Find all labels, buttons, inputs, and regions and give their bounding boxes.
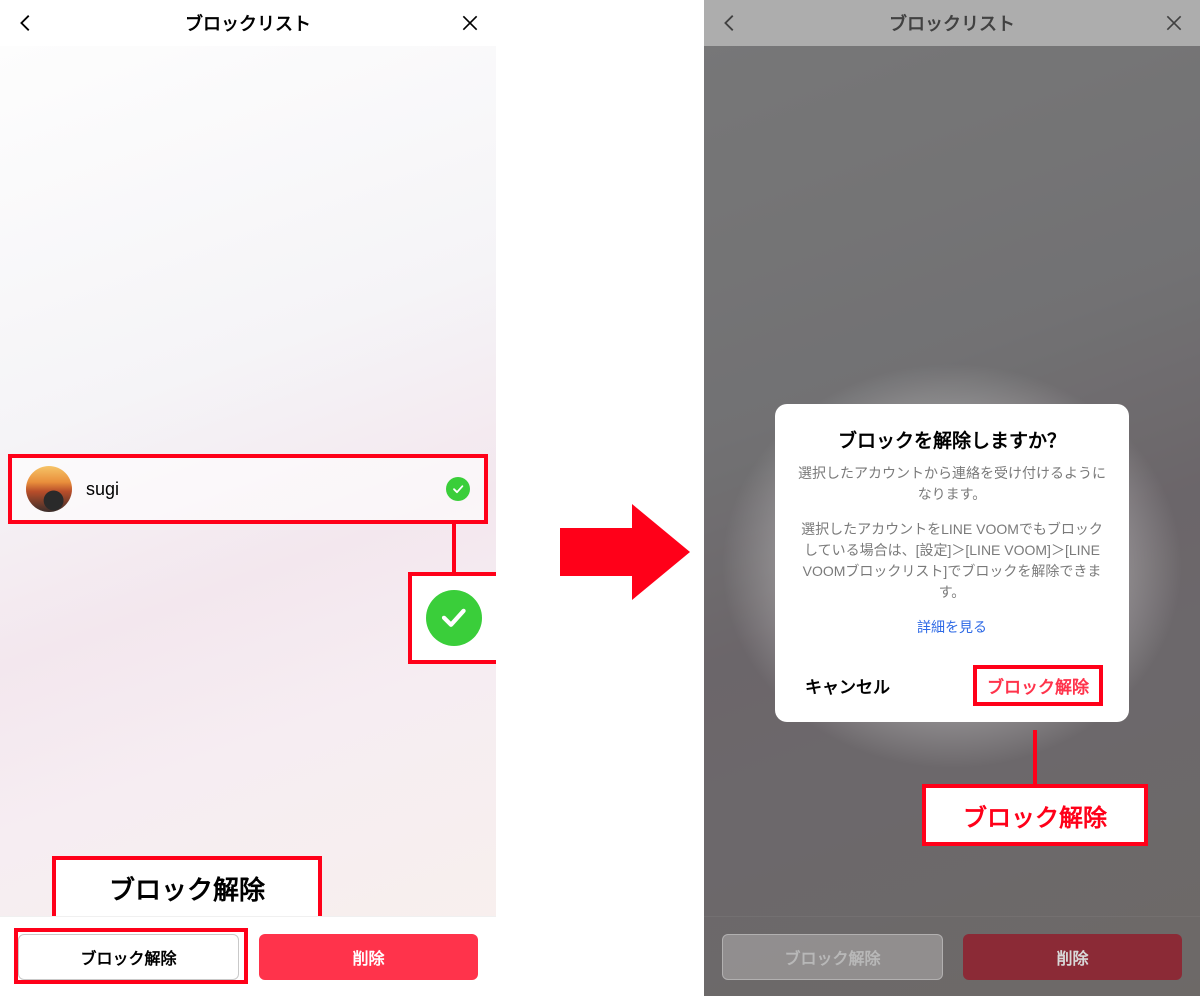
dialog-message-1: 選択したアカウントから連絡を受け付けるようになります。 [795, 463, 1109, 505]
header: ブロックリスト [0, 0, 496, 47]
check-icon [426, 590, 482, 646]
unblock-button[interactable]: ブロック解除 [18, 934, 239, 980]
unblock-button[interactable]: ブロック解除 [722, 934, 943, 980]
screen-right: ブロックリスト ブロックを解除しますか？ 選択したアカウントから連絡を受け付ける… [702, 0, 1200, 996]
connector [452, 524, 456, 576]
blocked-user-row[interactable]: sugi [12, 458, 484, 520]
callout-unblock-label: ブロック解除 [922, 784, 1148, 846]
tutorial-stage: ブロックリスト sugi [0, 0, 1200, 996]
arrow-right-icon [560, 504, 690, 600]
dialog-message-2: 選択したアカウントをLINE VOOMでもブロックしている場合は、[設定]＞[L… [795, 519, 1109, 603]
screen-body: sugi ブロック解除 [0, 46, 496, 996]
delete-button[interactable]: 削除 [963, 934, 1182, 980]
page-title: ブロックリスト [185, 10, 311, 36]
back-icon[interactable] [8, 0, 44, 46]
highlight-check-enlarged [408, 572, 498, 664]
avatar [26, 466, 72, 512]
dialog-details-link[interactable]: 詳細を見る [795, 617, 1109, 637]
delete-button[interactable]: 削除 [259, 934, 478, 980]
connector [1033, 730, 1037, 788]
dialog-title: ブロックを解除しますか？ [795, 426, 1109, 453]
dim-overlay [704, 0, 1200, 46]
unblock-dialog: ブロックを解除しますか？ 選択したアカウントから連絡を受け付けるようになります。… [775, 404, 1129, 722]
selected-check-icon[interactable] [446, 477, 470, 501]
close-icon[interactable] [452, 0, 488, 46]
callout-unblock-label: ブロック解除 [52, 856, 322, 920]
highlight-user-row: sugi [8, 454, 488, 524]
dialog-actions: キャンセル ブロック解除 [795, 659, 1109, 708]
bottom-bar: ブロック解除 削除 [704, 916, 1200, 996]
screen-body: ブロックを解除しますか？ 選択したアカウントから連絡を受け付けるようになります。… [704, 46, 1200, 996]
user-name: sugi [86, 479, 119, 500]
bottom-bar: ブロック解除 削除 [0, 916, 496, 996]
dialog-confirm-button[interactable]: ブロック解除 [973, 665, 1103, 706]
dialog-cancel-button[interactable]: キャンセル [801, 667, 894, 704]
screen-left: ブロックリスト sugi [0, 0, 498, 996]
